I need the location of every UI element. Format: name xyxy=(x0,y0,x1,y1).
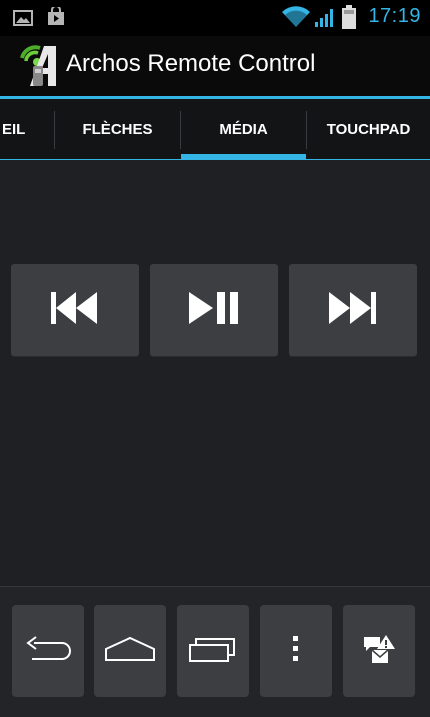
tab-fleches[interactable]: FLÈCHES xyxy=(55,99,180,160)
notifications-icon xyxy=(362,633,396,669)
home-button[interactable] xyxy=(94,605,166,697)
recent-apps-icon xyxy=(188,635,238,667)
gallery-icon xyxy=(13,10,33,30)
tab-eveil[interactable]: EIL xyxy=(0,99,54,160)
notifications-button[interactable] xyxy=(343,605,415,697)
app-title: Archos Remote Control xyxy=(66,50,316,77)
play-pause-icon xyxy=(187,290,241,330)
status-bar: 17:19 xyxy=(0,0,430,36)
recent-apps-button[interactable] xyxy=(177,605,249,697)
overflow-menu-icon xyxy=(292,635,300,667)
next-track-icon xyxy=(327,290,379,330)
status-time: 17:19 xyxy=(368,5,421,27)
archos-remote-logo[interactable] xyxy=(18,44,60,92)
previous-track-button[interactable] xyxy=(11,264,139,356)
wifi-icon xyxy=(282,6,310,32)
selected-tab-indicator xyxy=(181,154,306,160)
previous-track-icon xyxy=(49,290,101,330)
overflow-menu-button[interactable] xyxy=(260,605,332,697)
play-pause-button[interactable] xyxy=(150,264,278,356)
tab-label: TOUCHPAD xyxy=(326,121,411,138)
play-store-icon xyxy=(46,5,66,31)
next-track-button[interactable] xyxy=(289,264,417,356)
back-icon xyxy=(24,635,72,667)
home-icon xyxy=(104,635,156,667)
tab-media[interactable]: MÉDIA xyxy=(181,99,306,160)
tab-touchpad[interactable]: TOUCHPAD xyxy=(307,99,430,160)
tab-label: EIL xyxy=(2,121,26,138)
tab-label: MÉDIA xyxy=(219,121,268,138)
tab-label: FLÈCHES xyxy=(82,121,153,138)
tab-bar: EIL FLÈCHES MÉDIA TOUCHPAD xyxy=(0,99,430,160)
battery-icon xyxy=(342,5,356,33)
signal-icon xyxy=(314,6,336,32)
back-button[interactable] xyxy=(12,605,84,697)
